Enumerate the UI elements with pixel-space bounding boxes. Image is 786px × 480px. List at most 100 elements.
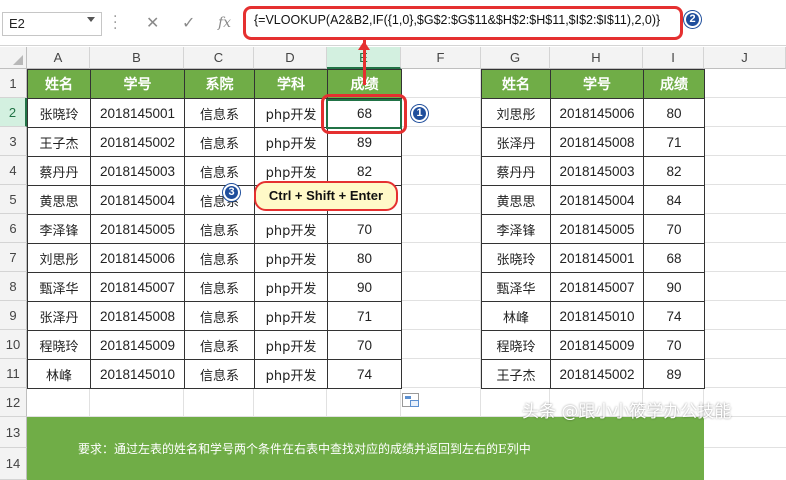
table-cell[interactable]: php开发: [254, 330, 328, 360]
table-cell[interactable]: 蔡丹丹: [481, 156, 551, 186]
row-header-4[interactable]: 4: [0, 156, 27, 185]
table-cell[interactable]: 2018145009: [90, 330, 185, 360]
row-header-1[interactable]: 1: [0, 69, 27, 98]
header-subject[interactable]: 学科: [254, 69, 328, 99]
table-cell[interactable]: php开发: [254, 98, 328, 128]
table-cell[interactable]: 信息系: [184, 214, 255, 244]
table-cell[interactable]: 王子杰: [27, 127, 91, 157]
table-cell[interactable]: 信息系: [184, 330, 255, 360]
row-header-13[interactable]: 13: [0, 417, 27, 448]
row-header-9[interactable]: 9: [0, 301, 27, 330]
table-cell[interactable]: 甄泽华: [481, 272, 551, 302]
table-cell[interactable]: 2018145008: [550, 127, 644, 157]
table-cell[interactable]: 黄思思: [27, 185, 91, 215]
column-header-i[interactable]: I: [643, 47, 704, 69]
row-header-11[interactable]: 11: [0, 359, 27, 388]
table-cell[interactable]: 信息系: [184, 301, 255, 331]
table-cell[interactable]: 张泽丹: [27, 301, 91, 331]
column-header-j[interactable]: J: [704, 47, 786, 69]
table-cell[interactable]: 2018145003: [550, 156, 644, 186]
table-cell[interactable]: 信息系: [184, 243, 255, 273]
table-cell[interactable]: 林峰: [27, 359, 91, 389]
table-cell[interactable]: 2018145010: [550, 301, 644, 331]
table-cell[interactable]: 74: [327, 359, 402, 389]
fx-icon[interactable]: fx: [218, 12, 231, 34]
header-name[interactable]: 姓名: [481, 69, 551, 99]
column-header-a[interactable]: A: [27, 47, 90, 69]
table-cell[interactable]: 84: [643, 185, 705, 215]
table-cell[interactable]: 张晓玲: [481, 243, 551, 273]
table-cell[interactable]: 李泽锋: [27, 214, 91, 244]
table-cell[interactable]: 80: [327, 243, 402, 273]
table-cell[interactable]: 70: [643, 214, 705, 244]
column-header-h[interactable]: H: [550, 47, 643, 69]
table-cell[interactable]: 张晓玲: [27, 98, 91, 128]
table-cell[interactable]: 刘思彤: [27, 243, 91, 273]
table-cell[interactable]: 2018145004: [550, 185, 644, 215]
table-cell[interactable]: 2018145006: [90, 243, 185, 273]
table-cell[interactable]: php开发: [254, 301, 328, 331]
row-header-5[interactable]: 5: [0, 185, 27, 214]
table-cell[interactable]: 82: [643, 156, 705, 186]
row-header-12[interactable]: 12: [0, 388, 27, 417]
table-cell[interactable]: 信息系: [184, 272, 255, 302]
header-name[interactable]: 姓名: [27, 69, 91, 99]
table-cell[interactable]: php开发: [254, 243, 328, 273]
table-cell[interactable]: php开发: [254, 127, 328, 157]
table-cell[interactable]: 2018145010: [90, 359, 185, 389]
column-header-g[interactable]: G: [481, 47, 550, 69]
table-cell[interactable]: 2018145005: [550, 214, 644, 244]
close-icon[interactable]: ✕: [146, 12, 159, 34]
table-cell[interactable]: 70: [327, 214, 402, 244]
formula-input[interactable]: {=VLOOKUP(A2&B2,IF({1,0},$G$2:$G$11&$H$2…: [254, 13, 660, 27]
table-cell[interactable]: 信息系: [184, 156, 255, 186]
table-cell[interactable]: 刘思彤: [481, 98, 551, 128]
row-header-2[interactable]: 2: [0, 98, 27, 127]
column-header-d[interactable]: D: [254, 47, 327, 69]
table-cell[interactable]: 程晓玲: [481, 330, 551, 360]
table-cell[interactable]: 70: [643, 330, 705, 360]
header-student-id[interactable]: 学号: [90, 69, 185, 99]
table-cell[interactable]: 2018145003: [90, 156, 185, 186]
column-header-f[interactable]: F: [401, 47, 481, 69]
table-cell[interactable]: 张泽丹: [481, 127, 551, 157]
chevron-down-icon[interactable]: [87, 17, 95, 22]
paste-options-icon[interactable]: [402, 393, 419, 407]
table-cell[interactable]: 2018145005: [90, 214, 185, 244]
row-header-8[interactable]: 8: [0, 272, 27, 301]
table-cell[interactable]: 90: [643, 272, 705, 302]
table-cell[interactable]: 2018145006: [550, 98, 644, 128]
table-cell[interactable]: 71: [643, 127, 705, 157]
table-cell[interactable]: 71: [327, 301, 402, 331]
header-student-id[interactable]: 学号: [550, 69, 644, 99]
table-cell[interactable]: 信息系: [184, 98, 255, 128]
select-all-corner[interactable]: [0, 47, 27, 69]
table-cell[interactable]: 王子杰: [481, 359, 551, 389]
row-header-14[interactable]: 14: [0, 448, 27, 480]
table-cell[interactable]: 甄泽华: [27, 272, 91, 302]
table-cell[interactable]: 林峰: [481, 301, 551, 331]
table-cell[interactable]: 信息系: [184, 185, 255, 215]
row-header-3[interactable]: 3: [0, 127, 27, 156]
table-cell[interactable]: 89: [643, 359, 705, 389]
table-cell[interactable]: 70: [327, 330, 402, 360]
table-cell[interactable]: 90: [327, 272, 402, 302]
table-cell[interactable]: php开发: [254, 272, 328, 302]
table-cell[interactable]: 2018145007: [90, 272, 185, 302]
row-header-10[interactable]: 10: [0, 330, 27, 359]
table-cell[interactable]: 2018145001: [90, 98, 185, 128]
table-cell[interactable]: 李泽锋: [481, 214, 551, 244]
row-header-7[interactable]: 7: [0, 243, 27, 272]
table-cell[interactable]: 信息系: [184, 127, 255, 157]
column-header-c[interactable]: C: [184, 47, 254, 69]
row-header-6[interactable]: 6: [0, 214, 27, 243]
table-cell[interactable]: php开发: [254, 214, 328, 244]
table-cell[interactable]: 蔡丹丹: [27, 156, 91, 186]
table-cell[interactable]: 2018145001: [550, 243, 644, 273]
table-cell[interactable]: 2018145004: [90, 185, 185, 215]
header-department[interactable]: 系院: [184, 69, 255, 99]
table-cell[interactable]: 2018145008: [90, 301, 185, 331]
table-cell[interactable]: 2018145007: [550, 272, 644, 302]
name-box[interactable]: E2: [2, 12, 102, 36]
table-cell[interactable]: 程晓玲: [27, 330, 91, 360]
